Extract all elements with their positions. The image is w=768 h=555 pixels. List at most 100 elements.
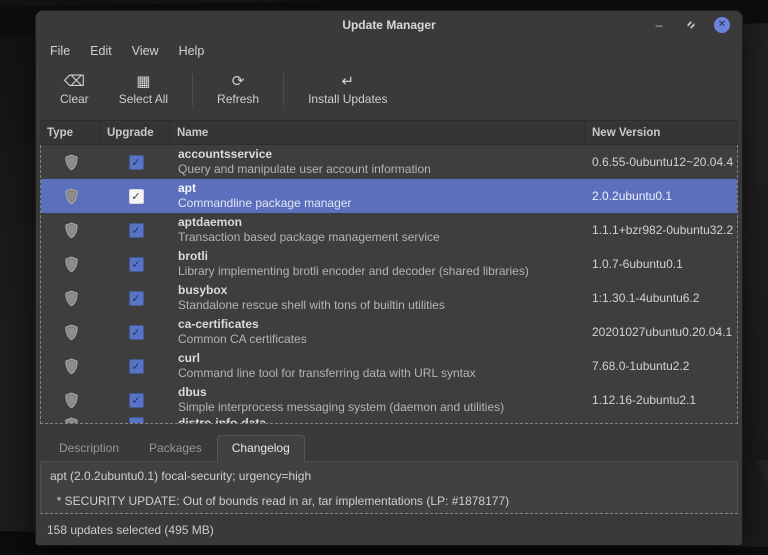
clear-button[interactable]: ⌫ Clear (46, 70, 103, 110)
status-text: 158 updates selected (495 MB) (47, 522, 214, 537)
upgrade-checkbox[interactable]: ✓ (128, 290, 144, 306)
package-type-cell (41, 290, 101, 307)
refresh-label: Refresh (217, 92, 260, 106)
package-row[interactable]: ✓ busybox Standalone rescue shell with t… (41, 281, 737, 315)
column-header-upgrade[interactable]: Upgrade (100, 121, 170, 144)
package-name: accountsservice (178, 147, 273, 161)
tab-packages[interactable]: Packages (134, 435, 217, 461)
menu-help[interactable]: Help (169, 40, 215, 62)
clear-icon: ⌫ (63, 73, 85, 90)
package-name-cell: aptdaemon Transaction based package mana… (171, 215, 585, 245)
menu-edit[interactable]: Edit (80, 40, 122, 62)
package-new-version: 2.0.2ubuntu0.1 (592, 189, 673, 203)
package-new-version: 1:1.30.1-4ubuntu6.2 (592, 291, 700, 305)
security-shield-icon (64, 188, 78, 204)
restore-button[interactable] (682, 16, 700, 34)
toolbar-separator (283, 74, 285, 106)
list-rows-viewport[interactable]: ✓ accountsservice Query and manipulate u… (40, 145, 738, 424)
window-controls: – ✕ (650, 16, 742, 34)
tab-changelog[interactable]: Changelog (216, 435, 305, 462)
package-name: busybox (178, 283, 228, 297)
install-updates-icon: ↵ (341, 73, 355, 90)
select-all-label: Select All (118, 92, 169, 106)
security-shield-icon (64, 154, 78, 170)
upgrade-checkbox[interactable]: ✓ (128, 324, 144, 340)
package-new-version: 7.68.0-1ubuntu2.2 (592, 359, 690, 373)
package-name-cell: brotli Library implementing brotli encod… (171, 249, 585, 279)
select-all-button[interactable]: ▦ Select All (105, 70, 182, 110)
package-description: Simple interprocess messaging system (da… (178, 400, 505, 414)
package-name-cell: busybox Standalone rescue shell with ton… (171, 283, 585, 313)
security-shield-icon (64, 256, 78, 272)
package-name-cell: apt Commandline package manager (171, 181, 585, 211)
package-name-cell: accountsservice Query and manipulate use… (171, 147, 585, 177)
column-header-new-version[interactable]: New Version (585, 121, 738, 144)
package-name-cell: ca-certificates Common CA certificates (171, 317, 585, 347)
package-description: Commandline package manager (178, 196, 352, 210)
package-row[interactable]: ✓ dbus Simple interprocess messaging sys… (41, 383, 737, 417)
package-upgrade-cell: ✓ (101, 324, 171, 340)
package-upgrade-cell (101, 417, 171, 423)
package-row[interactable]: ✓ accountsservice Query and manipulate u… (41, 145, 737, 179)
upgrade-checkbox[interactable]: ✓ (128, 392, 144, 408)
menu-bar: File Edit View Help (36, 38, 742, 66)
security-shield-icon (64, 417, 78, 423)
package-type-cell (41, 256, 101, 273)
security-shield-icon (64, 358, 78, 374)
changelog-panel[interactable]: apt (2.0.2ubuntu0.1) focal-security; urg… (40, 461, 738, 514)
package-name: dbus (178, 385, 207, 399)
upgrade-checkbox[interactable]: ✓ (128, 188, 144, 204)
toolbar-separator (192, 74, 194, 106)
refresh-icon: ⟳ (231, 73, 245, 90)
column-header-name[interactable]: Name (170, 121, 585, 144)
package-name: curl (178, 351, 201, 365)
package-row[interactable]: ✓ apt Commandline package manager 2.0.2u… (41, 179, 737, 213)
menu-view[interactable]: View (122, 40, 169, 62)
refresh-button[interactable]: ⟳ Refresh (203, 70, 273, 110)
window-title: Update Manager (342, 17, 436, 32)
upgrade-checkbox[interactable] (128, 417, 144, 423)
column-header-type[interactable]: Type (40, 121, 100, 144)
upgrade-checkbox[interactable]: ✓ (128, 358, 144, 374)
changelog-line: * SECURITY UPDATE: Out of bounds read in… (50, 494, 510, 508)
package-new-version: 20201027ubuntu0.20.04.1 (592, 325, 733, 339)
install-updates-label: Install Updates (308, 92, 388, 106)
clear-label: Clear (60, 92, 89, 106)
package-row[interactable]: ✓ curl Command line tool for transferrin… (41, 349, 737, 383)
package-upgrade-cell: ✓ (101, 290, 171, 306)
package-new-version: 1.0.7-6ubuntu0.1 (592, 257, 683, 271)
package-row[interactable]: ✓ brotli Library implementing brotli enc… (41, 247, 737, 281)
minimize-button[interactable]: – (650, 16, 668, 34)
package-description: Common CA certificates (178, 332, 307, 346)
package-name: aptdaemon (178, 215, 243, 229)
package-name-cell: curl Command line tool for transferring … (171, 351, 585, 381)
package-description: Command line tool for transferring data … (178, 366, 476, 380)
package-name: distro-info-data (178, 417, 266, 424)
upgrade-checkbox[interactable]: ✓ (128, 256, 144, 272)
titlebar[interactable]: Update Manager – ✕ (36, 11, 742, 38)
package-row[interactable]: ✓ ca-certificates Common CA certificates… (41, 315, 737, 349)
package-type-cell (41, 392, 101, 409)
upgrade-checkbox[interactable]: ✓ (128, 222, 144, 238)
package-name: ca-certificates (178, 317, 259, 331)
updates-list: Type Upgrade Name New Version ✓ accounts… (40, 120, 738, 424)
package-new-version: 0.6.55-0ubuntu12~20.04.4 (592, 155, 734, 169)
package-name-cell: distro-info-data (171, 417, 585, 424)
install-updates-button[interactable]: ↵ Install Updates (294, 70, 401, 110)
tab-description[interactable]: Description (44, 435, 134, 461)
package-row[interactable]: distro-info-data (41, 417, 737, 424)
details-tabbar: Description Packages Changelog (40, 434, 738, 462)
list-header: Type Upgrade Name New Version (40, 120, 738, 145)
package-description: Transaction based package management ser… (178, 230, 440, 244)
security-shield-icon (64, 290, 78, 306)
package-name-cell: dbus Simple interprocess messaging syste… (171, 385, 585, 415)
toolbar: ⌫ Clear ▦ Select All ⟳ Refresh ↵ Install… (36, 66, 742, 116)
package-description: Library implementing brotli encoder and … (178, 264, 529, 278)
upgrade-checkbox[interactable]: ✓ (128, 154, 144, 170)
package-upgrade-cell: ✓ (101, 188, 171, 204)
details-panel: Description Packages Changelog apt (2.0.2u… (40, 434, 738, 514)
close-button[interactable]: ✕ (714, 16, 730, 33)
package-row[interactable]: ✓ aptdaemon Transaction based package ma… (41, 213, 737, 247)
menu-file[interactable]: File (40, 40, 80, 62)
package-upgrade-cell: ✓ (101, 256, 171, 272)
